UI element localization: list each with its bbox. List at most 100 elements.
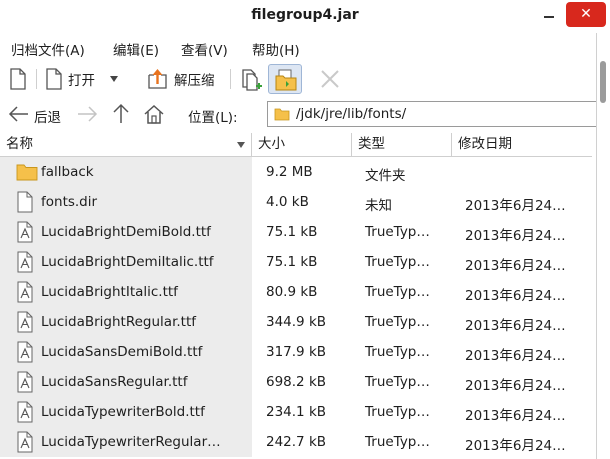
up-arrow-icon[interactable] [111,102,131,124]
file-type: TrueTyp… [365,254,430,270]
file-size: 9.2 MB [266,164,313,180]
table-row[interactable]: LucidaTypewriterRegular… 242.7 kB TrueTyp…… [0,427,592,457]
table-row[interactable]: LucidaBrightRegular.ttf 344.9 kB TrueTyp… 2… [0,307,592,337]
font-file-icon [16,311,34,337]
file-type: 文件夹 [365,168,406,184]
file-name: LucidaSansDemiBold.ttf [41,344,203,360]
file-type: TrueTyp… [365,224,430,240]
file-type: TrueTyp… [365,434,430,450]
file-name: LucidaBrightRegular.ttf [41,314,197,330]
home-icon[interactable] [143,103,165,125]
file-name: LucidaBrightDemiBold.ttf [41,224,211,240]
file-name: LucidaBrightItalic.ttf [41,284,178,300]
file-name: LucidaBrightDemiItalic.ttf [41,254,214,270]
file-type: TrueTyp… [365,374,430,390]
file-list: fallback 9.2 MB 文件夹 fonts.dir 4.0 kB 未知 2013年6… [0,157,592,459]
file-name: fallback [41,164,94,180]
font-file-icon [16,341,34,367]
open-button-label: 打开 [68,73,95,89]
file-size: 4.0 kB [266,194,309,210]
file-type: TrueTyp… [365,344,430,360]
column-type[interactable]: 类型 [352,133,452,157]
column-name[interactable]: 名称 [0,133,252,157]
back-button-label[interactable]: 后退 [34,106,61,126]
menu-bar: 归档文件(A) 编辑(E) 查看(V) 帮助(H) [0,36,610,60]
location-label: 位置(L): [188,110,238,126]
file-date: 2013年6月24… [465,348,566,364]
table-row[interactable]: fonts.dir 4.0 kB 未知 2013年6月24… [0,187,592,217]
stop-button[interactable] [318,66,342,92]
scrollbar-thumb[interactable] [600,61,606,103]
file-date: 2013年6月24… [465,408,566,424]
menu-edit[interactable]: 编辑(E) [113,39,159,59]
column-type-label: 类型 [358,136,385,152]
scrollbar-edge [596,33,597,459]
column-size-label: 大小 [258,136,285,152]
add-file-icon [242,69,262,91]
table-row[interactable]: LucidaSansDemiBold.ttf 317.9 kB TrueTyp… 20… [0,337,592,367]
location-input[interactable]: /jdk/jre/lib/fonts/ [267,101,601,127]
menu-archive[interactable]: 归档文件(A) [11,39,85,59]
add-folder-button[interactable] [268,64,302,94]
font-file-icon [16,251,34,277]
file-type: TrueTyp… [365,404,430,420]
menu-help[interactable]: 帮助(H) [252,39,300,59]
file-type: TrueTyp… [365,284,430,300]
file-date: 2013年6月24… [465,288,566,304]
file-name: LucidaSansRegular.ttf [41,374,188,390]
file-size: 698.2 kB [266,374,327,390]
column-modified[interactable]: 修改日期 [452,133,592,157]
file-size: 75.1 kB [266,254,318,270]
extract-icon [148,69,167,89]
file-type: 未知 [365,198,392,214]
file-size: 75.1 kB [266,224,318,240]
table-row[interactable]: LucidaTypewriterBold.ttf 234.1 kB TrueTyp…… [0,397,592,427]
open-dropdown-button[interactable] [108,66,120,92]
title-bar: filegroup4.jar ✕ [0,0,610,33]
file-size: 80.9 kB [266,284,318,300]
folder-icon [274,108,290,121]
file-size: 242.7 kB [266,434,327,450]
sort-descending-icon [237,142,245,148]
forward-arrow-icon[interactable] [76,104,98,124]
file-size: 344.9 kB [266,314,327,330]
file-date: 2013年6月24… [465,258,566,274]
file-date: 2013年6月24… [465,318,566,334]
file-date: 2013年6月24… [465,228,566,244]
table-row[interactable]: LucidaSansRegular.ttf 698.2 kB TrueTyp… 201… [0,367,592,397]
file-date: 2013年6月24… [465,198,566,214]
font-file-icon [16,431,34,457]
add-folder-icon [275,69,297,91]
open-button[interactable]: 打开 [44,66,95,92]
toolbar-separator [36,69,37,89]
minimize-button[interactable] [536,5,560,25]
font-file-icon [16,371,34,397]
extract-button[interactable]: 解压缩 [146,66,215,92]
column-modified-label: 修改日期 [458,136,512,152]
open-file-icon [46,68,62,90]
new-archive-button[interactable] [8,66,28,92]
column-size[interactable]: 大小 [252,133,352,157]
window-title: filegroup4.jar [251,7,359,23]
add-files-button[interactable] [240,66,264,92]
file-icon [16,191,34,217]
table-row[interactable]: LucidaBrightDemiItalic.ttf 75.1 kB TrueTyp… [0,247,592,277]
table-row[interactable]: LucidaBrightDemiBold.ttf 75.1 kB TrueTyp… 2… [0,217,592,247]
table-row[interactable]: LucidaBrightItalic.ttf 80.9 kB TrueTyp… 201… [0,277,592,307]
toolbar-separator [230,69,231,89]
column-name-label: 名称 [6,136,33,152]
font-file-icon [16,401,34,427]
location-bar: 后退 位置(L): /jdk/jre/lib/fonts/ [0,98,610,130]
file-list-header: 名称 大小 类型 修改日期 [0,133,592,157]
file-size: 317.9 kB [266,344,327,360]
font-file-icon [16,221,34,247]
file-type: TrueTyp… [365,314,430,330]
file-name: LucidaTypewriterRegular… [41,434,221,450]
font-file-icon [16,281,34,307]
table-row[interactable]: fallback 9.2 MB 文件夹 [0,157,592,187]
close-button[interactable]: ✕ [566,2,606,27]
menu-view[interactable]: 查看(V) [181,39,228,59]
vertical-scrollbar[interactable] [596,33,610,459]
file-size: 234.1 kB [266,404,327,420]
back-arrow-icon[interactable] [8,104,30,124]
